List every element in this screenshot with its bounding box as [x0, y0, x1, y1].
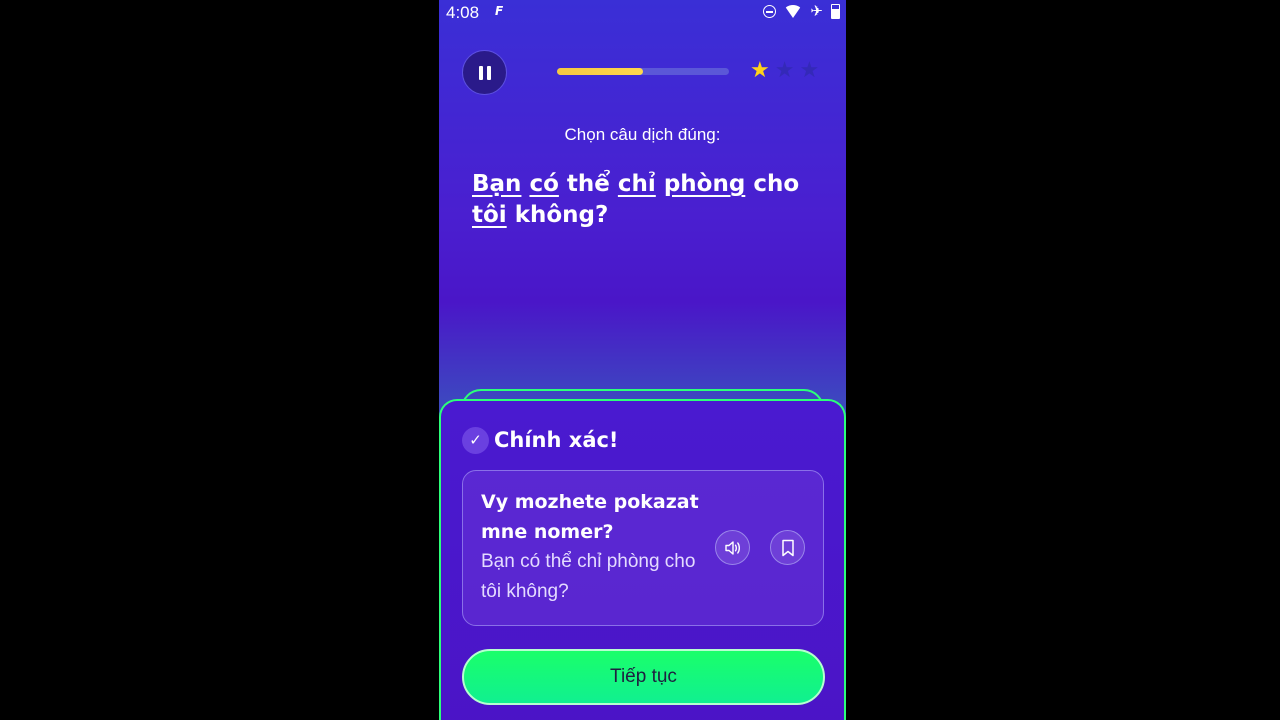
battery-icon	[831, 4, 840, 19]
question-word[interactable]: Bạn	[472, 171, 521, 197]
pause-button[interactable]	[462, 50, 507, 95]
lesson-progress-fill	[557, 68, 643, 75]
answer-translation: Bạn có thể chỉ phòng cho tôi không?	[481, 551, 696, 602]
check-icon: ✓	[462, 427, 489, 454]
continue-button[interactable]: Tiếp tục	[462, 649, 825, 705]
lesson-progress-bar	[557, 68, 729, 75]
app-notification-icon: F	[495, 4, 504, 18]
question-word[interactable]: chỉ	[618, 171, 656, 197]
pause-icon	[478, 65, 491, 80]
star-filled-icon: ★	[750, 58, 770, 83]
question-word[interactable]: phòng	[664, 171, 745, 197]
airplane-icon: ✈	[810, 2, 823, 20]
status-bar: 4:08 F ✈	[439, 0, 846, 26]
audio-button[interactable]	[715, 530, 750, 565]
speaker-icon	[724, 540, 740, 555]
question-word: cho	[753, 171, 800, 197]
bookmark-icon	[781, 539, 794, 556]
question-word[interactable]: tôi	[472, 202, 507, 228]
wifi-icon	[784, 5, 803, 18]
question-sentence: Bạn có thể chỉ phòng cho tôi không?	[472, 169, 822, 231]
answer-card: Vy mozhete pokazat mne nomer? Bạn có thể…	[462, 470, 824, 626]
question-word[interactable]: có	[529, 171, 558, 197]
star-rating: ★ ★ ★	[750, 60, 819, 82]
result-title: Chính xác!	[494, 428, 619, 452]
question-word: thể	[566, 171, 610, 197]
do-not-disturb-icon	[763, 5, 777, 18]
answer-text: Vy mozhete pokazat mne nomer?	[481, 491, 699, 543]
status-icons: ✈	[763, 4, 840, 19]
exercise-prompt: Chọn câu dịch đúng:	[564, 125, 721, 144]
bookmark-button[interactable]	[770, 530, 805, 565]
star-empty-icon: ★	[799, 58, 820, 83]
status-time: 4:08	[446, 3, 480, 22]
question-word: không?	[514, 202, 609, 228]
result-sheet: ✓ Chính xác! Vy mozhete pokazat mne nome…	[439, 399, 846, 720]
phone-screen: 4:08 F ✈ ★ ★ ★ Chọn câu dịch đúng: Bạn có …	[439, 0, 846, 720]
star-empty-icon: ★	[774, 58, 795, 83]
